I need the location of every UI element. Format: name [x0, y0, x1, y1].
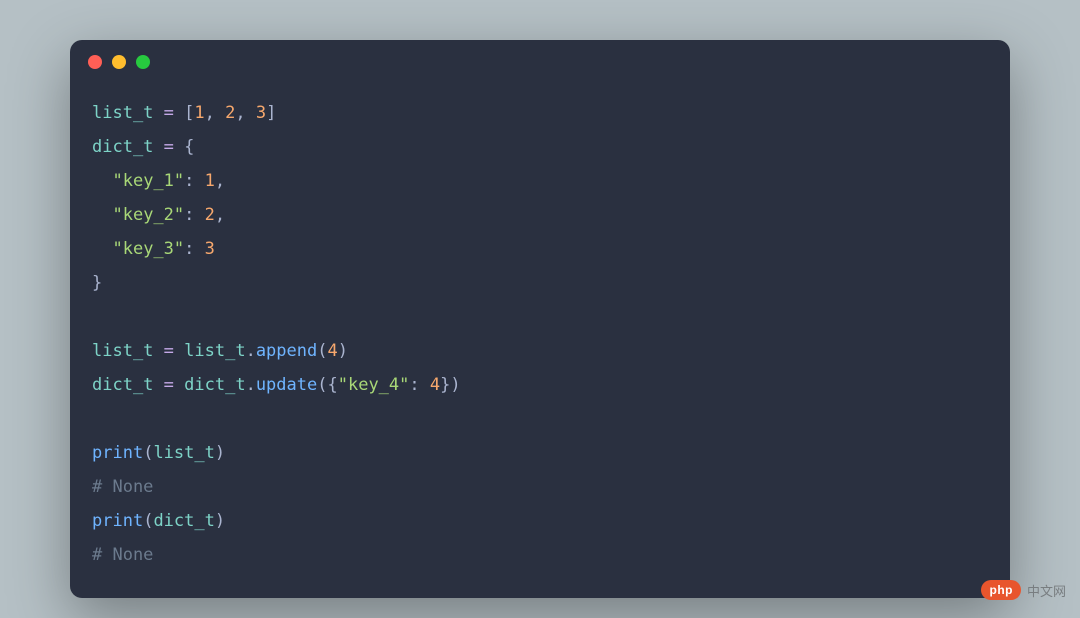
- indent: [92, 171, 112, 191]
- function: print: [92, 443, 143, 463]
- function: append: [256, 341, 317, 361]
- logo-badge: php: [981, 580, 1021, 600]
- number: 3: [256, 103, 266, 123]
- punct: ): [215, 511, 225, 531]
- close-icon[interactable]: [88, 55, 102, 69]
- variable: list_t: [184, 341, 245, 361]
- string: "key_3": [112, 239, 184, 259]
- punct: [: [184, 103, 194, 123]
- punct: ]: [266, 103, 276, 123]
- minimize-icon[interactable]: [112, 55, 126, 69]
- operator: =: [153, 375, 184, 395]
- comment: # None: [92, 545, 153, 565]
- punct: (: [143, 443, 153, 463]
- punct: :: [184, 239, 204, 259]
- function: update: [256, 375, 317, 395]
- logo-text: 中文网: [1027, 581, 1066, 600]
- operator: =: [153, 341, 184, 361]
- watermark-logo: php 中文网: [981, 580, 1066, 600]
- variable: dict_t: [92, 375, 153, 395]
- punct: ,: [215, 205, 225, 225]
- punct: {: [184, 137, 194, 157]
- variable: dict_t: [92, 137, 153, 157]
- number: 4: [327, 341, 337, 361]
- string: "key_2": [112, 205, 184, 225]
- punct: {: [327, 375, 337, 395]
- indent: [92, 239, 112, 259]
- punct: ): [338, 341, 348, 361]
- punct: .: [246, 375, 256, 395]
- punct: :: [184, 171, 204, 191]
- function: print: [92, 511, 143, 531]
- number: 4: [430, 375, 440, 395]
- punct: ): [450, 375, 460, 395]
- punct: (: [143, 511, 153, 531]
- operator: =: [153, 103, 184, 123]
- variable: list_t: [153, 443, 214, 463]
- code-area: list_t = [1, 2, 3] dict_t = { "key_1": 1…: [70, 84, 1010, 598]
- code-window: list_t = [1, 2, 3] dict_t = { "key_1": 1…: [70, 40, 1010, 598]
- comment: # None: [92, 477, 153, 497]
- maximize-icon[interactable]: [136, 55, 150, 69]
- punct: ): [215, 443, 225, 463]
- variable: list_t: [92, 103, 153, 123]
- number: 2: [205, 205, 215, 225]
- punct: }: [92, 273, 102, 293]
- operator: =: [153, 137, 184, 157]
- punct: (: [317, 341, 327, 361]
- string: "key_4": [338, 375, 410, 395]
- punct: :: [409, 375, 429, 395]
- number: 1: [194, 103, 204, 123]
- number: 1: [205, 171, 215, 191]
- string: "key_1": [112, 171, 184, 191]
- variable: dict_t: [153, 511, 214, 531]
- variable: list_t: [92, 341, 153, 361]
- punct: }: [440, 375, 450, 395]
- titlebar: [70, 40, 1010, 84]
- indent: [92, 205, 112, 225]
- number: 2: [225, 103, 235, 123]
- punct: ,: [215, 171, 225, 191]
- number: 3: [205, 239, 215, 259]
- punct: ,: [205, 103, 225, 123]
- punct: ,: [235, 103, 255, 123]
- punct: .: [246, 341, 256, 361]
- punct: (: [317, 375, 327, 395]
- variable: dict_t: [184, 375, 245, 395]
- punct: :: [184, 205, 204, 225]
